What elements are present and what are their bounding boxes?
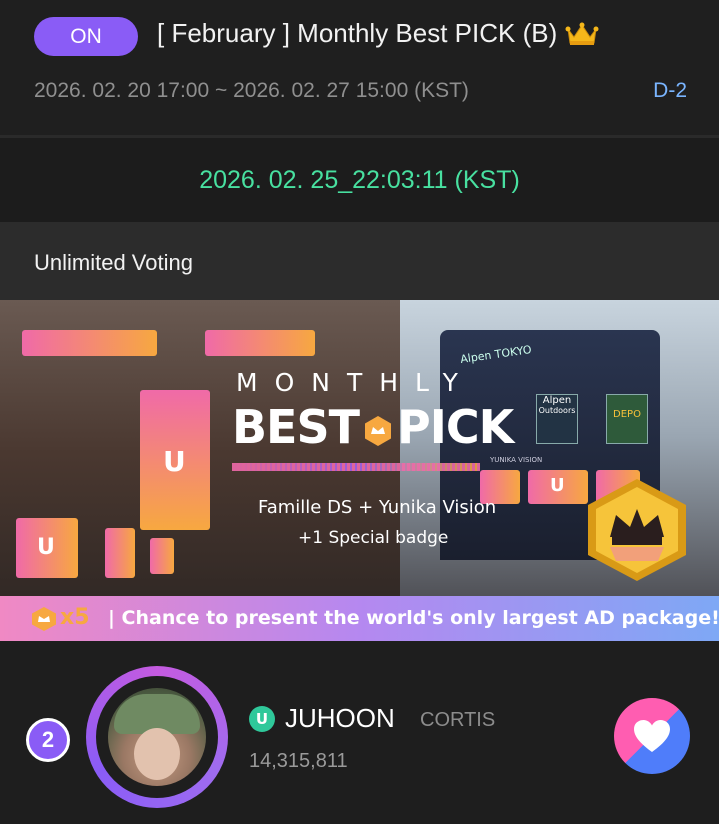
current-time: 2026. 02. 25_22:03:11 (KST) [199,166,520,194]
dday-counter: D-2 [653,79,687,102]
banner-screen [205,330,315,356]
special-badge-icon [588,479,686,581]
sign-depo: DEPO [606,394,648,444]
section-title: Unlimited Voting [34,250,193,275]
crown-coin-icon [32,607,56,631]
u-logo-icon: U [550,475,565,496]
crown-icon [565,22,599,45]
hex-crown-icon [365,415,391,446]
sign-alpen-text: Alpen [542,395,572,406]
banner-multiplier: x5 [60,605,90,630]
vote-button[interactable] [614,698,690,774]
promo-banner[interactable]: U U Alpen TOKYO Alpen Outdoors DEPO YUNI… [0,300,719,641]
banner-monthly: MONTHLY [236,368,475,397]
heart-icon [634,720,670,752]
u-logo-icon: U [163,445,186,478]
banner-best-pick: BEST PICK [232,400,514,454]
banner-screen [105,528,135,578]
event-period: 2026. 02. 20 17:00 ~ 2026. 02. 27 15:00 … [34,79,469,102]
rank-badge: 2 [26,718,70,762]
avatar[interactable] [108,688,206,786]
banner-package-line1: Famille DS + Yunika Vision [258,497,497,518]
event-title-row: [ February ] Monthly Best PICK (B) [157,18,599,49]
banner-package-line2: +1 Special badge [298,528,449,548]
avatar-face [134,728,180,780]
sign-depo-text: DEPO [613,409,641,420]
sign-outdoors-text: Outdoors [538,406,576,415]
group-name: CORTIS [420,709,496,731]
u-logo-icon: U [37,535,55,560]
status-badge: ON [34,17,138,56]
banner-best: BEST [232,400,360,454]
sign-alpen-tokyo: Alpen TOKYO [459,343,533,366]
banner-bottom-text: | Chance to present the world's only lar… [108,607,719,629]
event-title: [ February ] Monthly Best PICK (B) [157,18,558,48]
banner-stripe [232,463,480,471]
banner-screen [150,538,174,574]
sign-alpen: Alpen Outdoors [536,394,578,444]
banner-screen [22,330,157,356]
artist-name[interactable]: JUHOON [285,703,395,734]
u-logo-icon: U [249,706,275,732]
sign-yunika-vision: YUNIKA VISION [490,456,543,464]
vote-count: 14,315,811 [249,750,348,772]
banner-pick: PICK [397,400,514,454]
